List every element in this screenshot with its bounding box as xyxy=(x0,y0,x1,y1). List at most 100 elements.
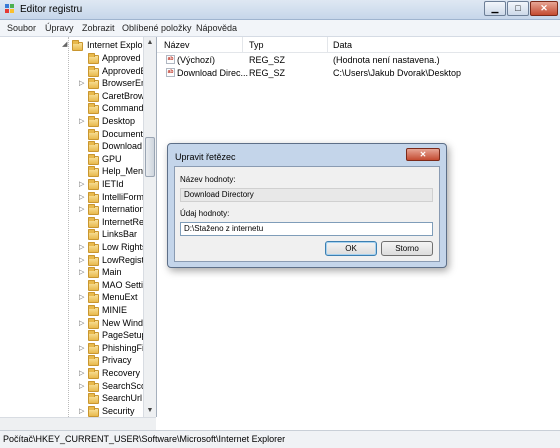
expand-icon[interactable]: ▷ xyxy=(79,269,84,276)
dialog-close-button[interactable]: ✕ xyxy=(406,148,440,161)
tree-item[interactable]: LinksBar xyxy=(0,228,143,241)
tree-item[interactable]: ▷ Low Rights xyxy=(0,241,147,254)
tree-item[interactable]: ▷ IntelliForm xyxy=(0,191,144,204)
close-icon: ✕ xyxy=(540,3,548,13)
expand-icon[interactable] xyxy=(79,168,84,175)
folder-icon xyxy=(88,279,99,291)
column-divider[interactable] xyxy=(242,37,243,52)
column-type[interactable]: Typ xyxy=(249,40,264,50)
expand-icon[interactable]: ▷ xyxy=(79,118,84,125)
expand-icon[interactable]: ▷ xyxy=(79,408,84,415)
tree-item[interactable]: ▷ Security xyxy=(0,405,143,417)
collapse-icon[interactable]: ◢ xyxy=(62,41,67,48)
tree-item[interactable]: Approved I xyxy=(0,52,146,65)
value-data-input[interactable]: D:\Staženo z internetu xyxy=(180,222,433,236)
expand-icon[interactable] xyxy=(79,93,84,100)
tree-item[interactable]: ▷ Internation xyxy=(0,203,145,216)
list-row[interactable]: ab (Výchozí) REG_SZ (Hodnota není nastav… xyxy=(157,54,560,67)
scroll-up-icon[interactable]: ▲ xyxy=(144,37,156,49)
folder-icon xyxy=(88,78,99,90)
expand-icon[interactable]: ▷ xyxy=(79,345,84,352)
tree-item[interactable]: Download xyxy=(0,140,143,153)
tree-item[interactable]: ▷ PhishingFil xyxy=(0,342,146,355)
tree-item[interactable]: ▷ Recovery xyxy=(0,367,143,380)
tree-item[interactable]: ▷ Main xyxy=(0,266,143,279)
tree-item[interactable]: ApprovedE xyxy=(0,65,147,78)
value-name: Download Direc... xyxy=(177,68,249,78)
folder-icon xyxy=(88,292,99,304)
menu-napoveda[interactable]: Nápověda xyxy=(196,23,237,33)
dialog-body: Název hodnoty: Download Directory Údaj h… xyxy=(174,166,440,262)
tree-item[interactable]: ▷ New Windo xyxy=(0,317,148,330)
minimize-button[interactable]: ▁ xyxy=(484,1,506,16)
expand-icon[interactable]: ▷ xyxy=(79,320,84,327)
expand-icon[interactable] xyxy=(79,231,84,238)
column-data[interactable]: Data xyxy=(333,40,352,50)
tree-item-label: IETId xyxy=(102,179,124,189)
tree-item[interactable]: GPU xyxy=(0,153,143,166)
expand-icon[interactable]: ▷ xyxy=(79,194,84,201)
maximize-button[interactable]: □ xyxy=(507,1,529,16)
menu-zobrazit[interactable]: Zobrazit xyxy=(82,23,115,33)
expand-icon[interactable]: ▷ xyxy=(79,80,84,87)
expand-icon[interactable] xyxy=(79,143,84,150)
expand-icon[interactable] xyxy=(79,219,84,226)
tree-horizontal-scrollbar[interactable] xyxy=(0,417,156,430)
folder-icon xyxy=(88,90,99,102)
expand-icon[interactable] xyxy=(79,68,84,75)
expand-icon[interactable]: ▷ xyxy=(79,181,84,188)
tree-item[interactable]: ▷ LowRegistr xyxy=(0,254,147,267)
tree-item[interactable]: MINIE xyxy=(0,304,143,317)
tree-item[interactable]: MAO Settin xyxy=(0,279,148,292)
tree-item[interactable]: CaretBrows xyxy=(0,90,149,103)
menu-soubor[interactable]: Soubor xyxy=(7,23,36,33)
tree-item[interactable]: ▷ MenuExt xyxy=(0,291,143,304)
expand-icon[interactable] xyxy=(79,131,84,138)
expand-icon[interactable] xyxy=(79,332,84,339)
expand-icon[interactable] xyxy=(79,395,84,402)
expand-icon[interactable]: ▷ xyxy=(79,383,84,390)
folder-icon xyxy=(88,317,99,329)
tree-item[interactable]: InternetReg xyxy=(0,216,149,229)
scroll-down-icon[interactable]: ▼ xyxy=(144,405,156,417)
expand-icon[interactable] xyxy=(79,357,84,364)
expand-icon[interactable]: ▷ xyxy=(79,370,84,377)
expand-icon[interactable] xyxy=(79,55,84,62)
expand-icon[interactable]: ▷ xyxy=(79,206,84,213)
tree-root-item[interactable]: ◢ Internet Explor xyxy=(0,39,146,52)
close-button[interactable]: ✕ xyxy=(530,1,558,16)
column-divider[interactable] xyxy=(327,37,328,52)
expand-icon[interactable]: ▷ xyxy=(79,294,84,301)
tree-item[interactable]: ▷ IETId xyxy=(0,178,143,191)
expand-icon[interactable]: ▷ xyxy=(79,257,84,264)
ok-button[interactable]: OK xyxy=(325,241,377,256)
folder-icon xyxy=(88,305,99,316)
tree-scrollbar[interactable]: ▲ ▼ xyxy=(143,37,156,417)
tree-item[interactable]: ▷ BrowserEm xyxy=(0,77,149,90)
tree-item[interactable]: Help_Menu xyxy=(0,165,148,178)
expand-icon[interactable]: ▷ xyxy=(79,244,84,251)
menu-upravy[interactable]: Úpravy xyxy=(45,23,74,33)
tree-item[interactable]: Document xyxy=(0,128,143,141)
maximize-icon: □ xyxy=(515,3,521,13)
menu-oblibene[interactable]: Oblíbené položky xyxy=(122,23,192,33)
expand-icon[interactable] xyxy=(79,307,84,314)
list-row[interactable]: ab Download Direc... REG_SZ C:\Users\Jak… xyxy=(157,67,560,80)
menu-bar: Soubor Úpravy Zobrazit Oblíbené položky … xyxy=(0,20,560,37)
expand-icon[interactable] xyxy=(79,156,84,163)
tree-item-label: Download xyxy=(102,141,143,152)
tree-item[interactable]: SearchUrl xyxy=(0,392,143,405)
cancel-button[interactable]: Storno xyxy=(381,241,433,256)
tree-item[interactable]: ▷ SearchScop xyxy=(0,380,151,393)
column-name[interactable]: Název xyxy=(164,40,190,50)
expand-icon[interactable] xyxy=(79,105,84,112)
folder-icon xyxy=(88,330,99,342)
tree-item[interactable]: ▷ Desktop xyxy=(0,115,143,128)
expand-icon[interactable] xyxy=(79,282,84,289)
string-value-icon: ab xyxy=(166,55,175,64)
tree-item[interactable]: PageSetup xyxy=(0,329,147,342)
title-bar[interactable]: Editor registru ▁ □ ✕ xyxy=(0,0,560,20)
tree-item[interactable]: Command xyxy=(0,102,144,115)
tree-item[interactable]: Privacy xyxy=(0,354,143,367)
scroll-thumb[interactable] xyxy=(145,137,155,177)
